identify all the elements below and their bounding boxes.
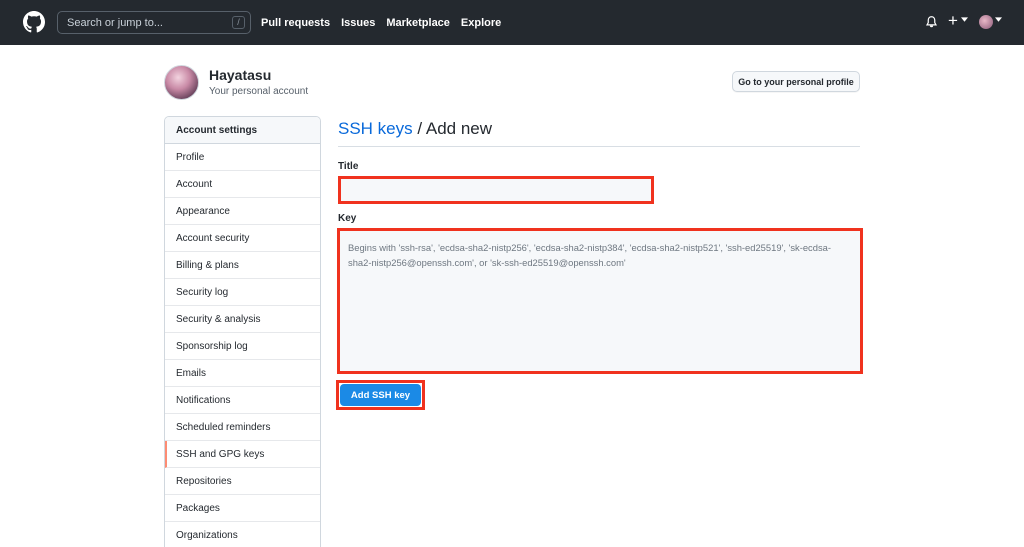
sidebar-item-scheduled-reminders[interactable]: Scheduled reminders	[165, 414, 320, 441]
key-label: Key	[338, 213, 357, 224]
sidebar-item-organizations[interactable]: Organizations	[165, 522, 320, 547]
sidebar-item-ssh-gpg-keys[interactable]: SSH and GPG keys	[165, 441, 320, 468]
divider	[338, 146, 860, 147]
add-ssh-key-button[interactable]: Add SSH key	[340, 384, 421, 406]
sidebar-item-repositories[interactable]: Repositories	[165, 468, 320, 495]
profile-subtitle: Your personal account	[209, 86, 309, 97]
settings-sidebar: Account settings Profile Account Appeara…	[164, 116, 321, 547]
sidebar-heading: Account settings	[165, 117, 320, 144]
search-shortcut-key: /	[232, 16, 245, 29]
title-label: Title	[338, 161, 359, 172]
sidebar-item-notifications[interactable]: Notifications	[165, 387, 320, 414]
ssh-keys-breadcrumb-link[interactable]: SSH keys	[338, 119, 413, 138]
search-input[interactable]: Search or jump to... /	[57, 11, 251, 34]
nav-issues[interactable]: Issues	[341, 17, 375, 29]
sidebar-item-profile[interactable]: Profile	[165, 144, 320, 171]
page-title: SSH keys / Add new	[338, 119, 492, 139]
nav-marketplace[interactable]: Marketplace	[386, 17, 450, 29]
avatar[interactable]	[979, 15, 993, 29]
sidebar-item-account-security[interactable]: Account security	[165, 225, 320, 252]
caret-down-icon[interactable]	[961, 17, 968, 22]
title-field[interactable]	[338, 176, 654, 204]
sidebar-item-emails[interactable]: Emails	[165, 360, 320, 387]
sidebar-item-appearance[interactable]: Appearance	[165, 198, 320, 225]
page-title-text: / Add new	[412, 119, 493, 138]
bell-icon[interactable]	[925, 15, 938, 29]
sidebar-item-billing[interactable]: Billing & plans	[165, 252, 320, 279]
plus-icon[interactable]: +	[948, 12, 958, 29]
sidebar-item-security-analysis[interactable]: Security & analysis	[165, 306, 320, 333]
global-nav: Pull requests Issues Marketplace Explore	[261, 17, 501, 29]
search-placeholder: Search or jump to...	[67, 17, 163, 29]
add-ssh-key-highlight: Add SSH key	[336, 380, 425, 410]
nav-pull-requests[interactable]: Pull requests	[261, 17, 330, 29]
top-header: Search or jump to... / Pull requests Iss…	[0, 0, 1024, 45]
profile-avatar	[164, 65, 199, 100]
profile-name: Hayatasu	[209, 67, 272, 83]
caret-down-icon[interactable]	[995, 17, 1002, 22]
sidebar-item-sponsorship-log[interactable]: Sponsorship log	[165, 333, 320, 360]
github-logo-icon[interactable]	[23, 11, 45, 33]
key-field[interactable]	[337, 228, 863, 374]
go-to-profile-button[interactable]: Go to your personal profile	[732, 71, 860, 92]
sidebar-item-security-log[interactable]: Security log	[165, 279, 320, 306]
nav-explore[interactable]: Explore	[461, 17, 501, 29]
sidebar-item-account[interactable]: Account	[165, 171, 320, 198]
sidebar-item-packages[interactable]: Packages	[165, 495, 320, 522]
